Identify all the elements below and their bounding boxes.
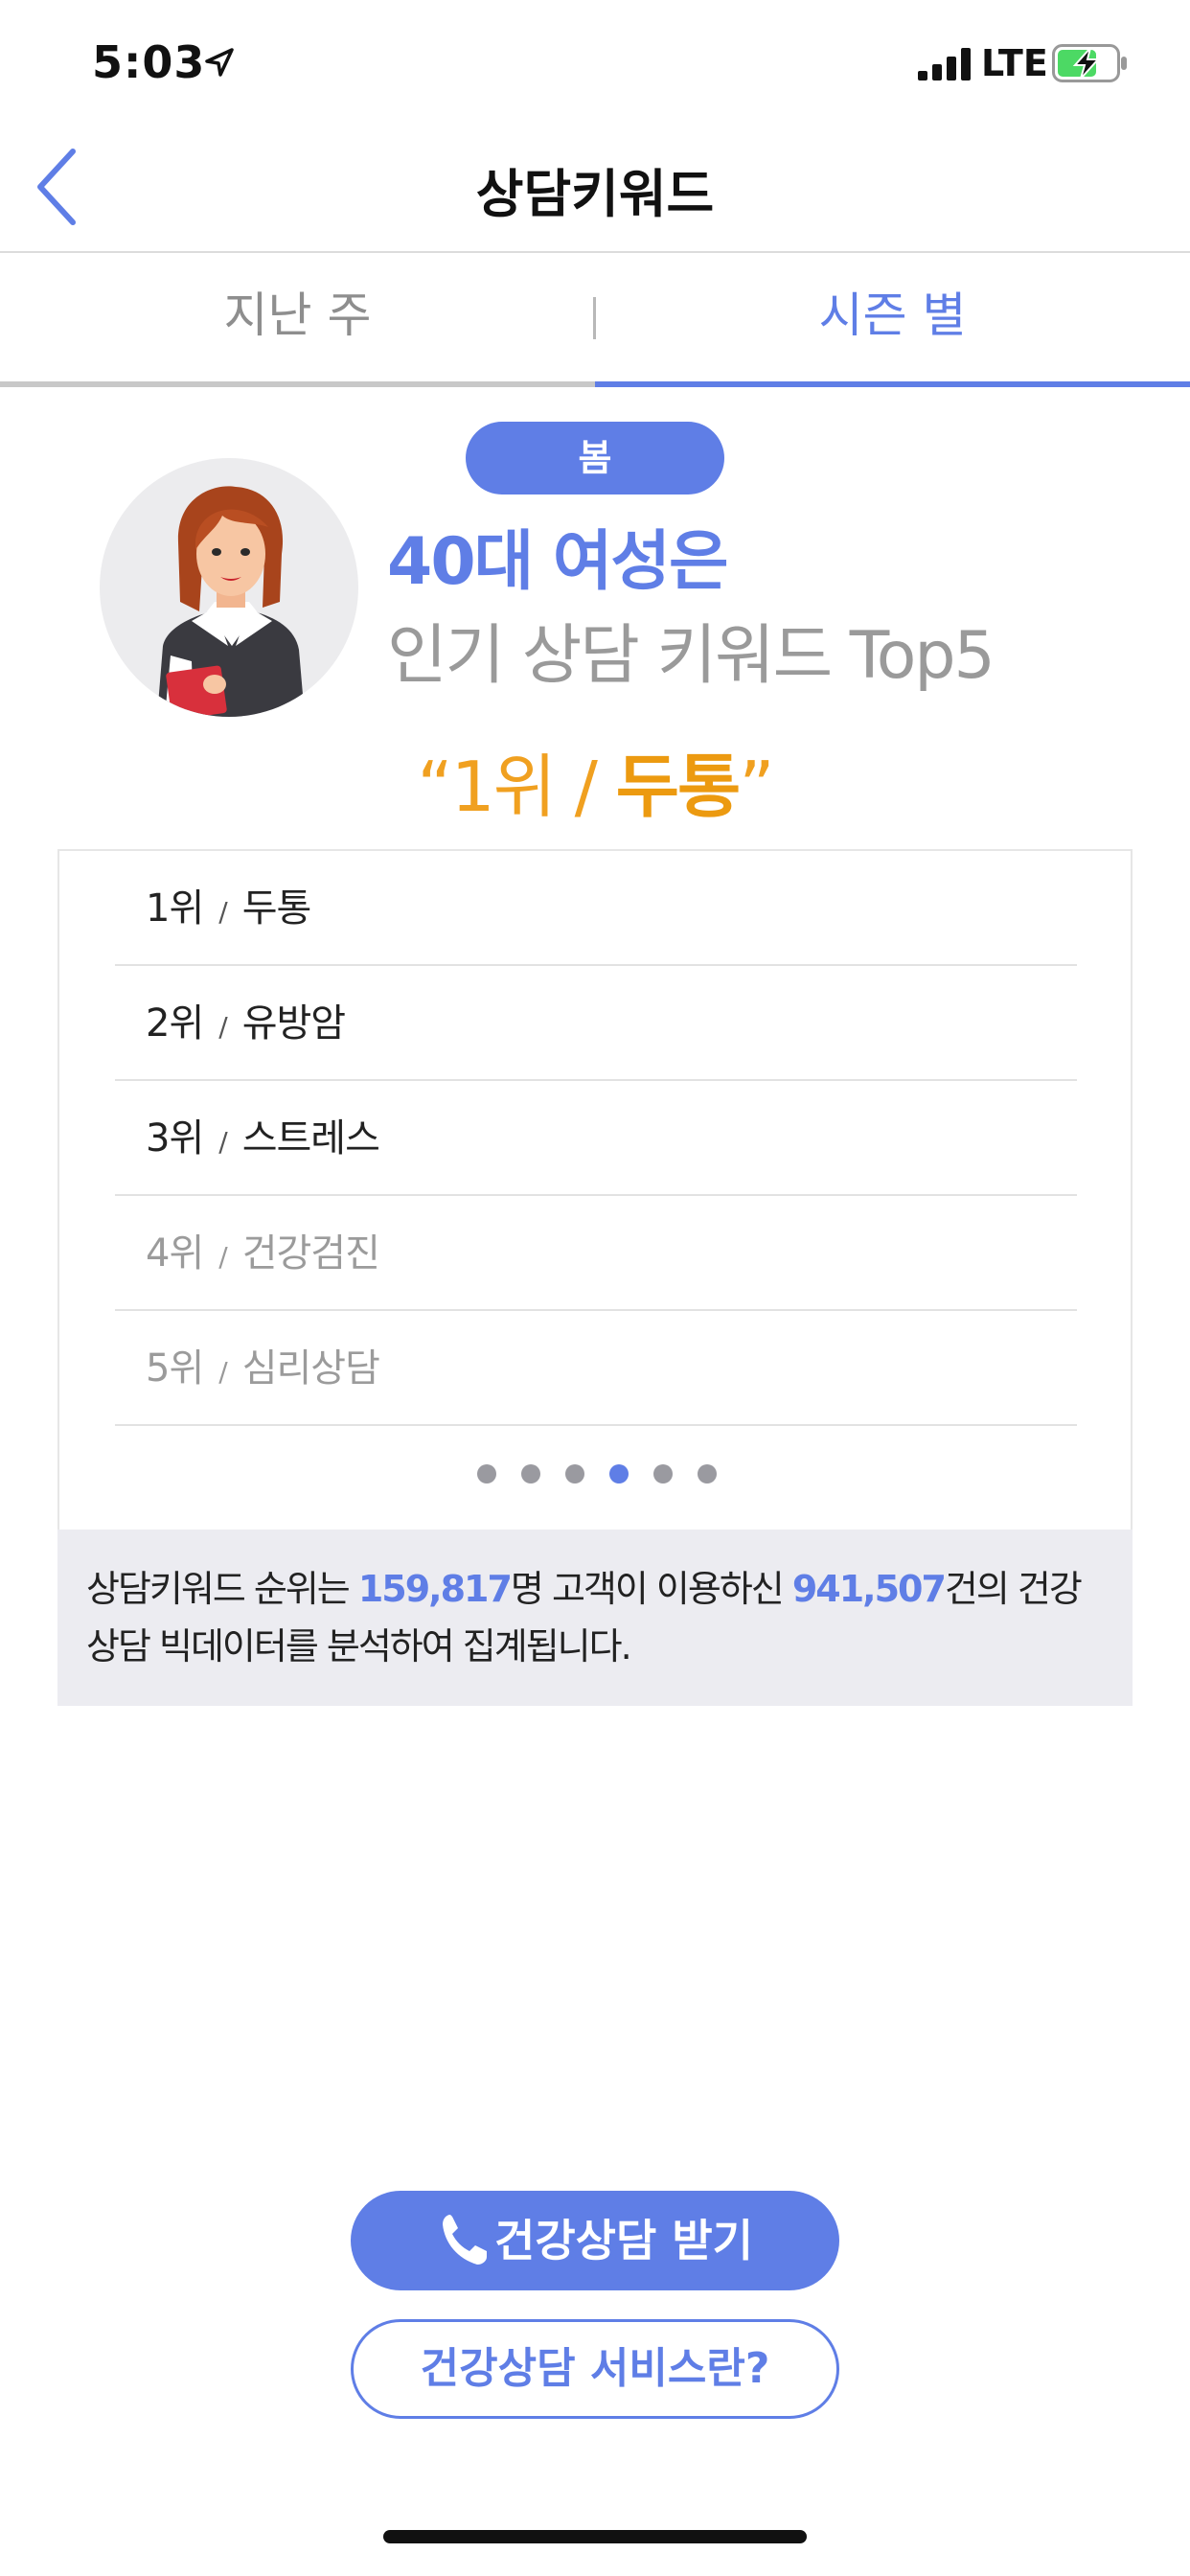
- list-item: 5위 / 심리상담: [115, 1311, 1077, 1426]
- page-dot[interactable]: [653, 1464, 673, 1484]
- about-consultation-button[interactable]: 건강상담 서비스란?: [351, 2319, 839, 2419]
- battery-charging-icon: [1052, 44, 1127, 82]
- primary-button-label: 건강상담 받기: [494, 2215, 753, 2266]
- top-quote-close: ”: [739, 747, 774, 827]
- rank-separator: /: [218, 1011, 227, 1043]
- info-prefix: 상담키워드 순위는: [86, 1568, 358, 1610]
- rank-keyword: 두통: [241, 886, 312, 931]
- page-dot[interactable]: [609, 1464, 629, 1484]
- avatar: [100, 458, 358, 717]
- headline-subtitle: 인기 상담 키워드 Top5: [387, 618, 995, 694]
- rank-separator: /: [218, 1356, 227, 1388]
- woman-avatar-illustration: [157, 486, 305, 717]
- navigation-bar: 상담키워드: [0, 125, 1190, 253]
- rank-label: 2위: [146, 1001, 204, 1046]
- home-indicator[interactable]: [383, 2530, 807, 2543]
- ranking-card[interactable]: 1위 / 두통 2위 / 유방암 3위 / 스트레스 4위 / 건강검진 5위 / 심리상담: [57, 849, 1133, 1531]
- rank-label: 3위: [146, 1116, 204, 1161]
- segment-tabs: 지난 주 시즌 별: [0, 253, 1190, 387]
- page-indicator[interactable]: [59, 1464, 1134, 1493]
- phone-icon: [443, 2214, 488, 2265]
- location-arrow-icon: [205, 48, 234, 77]
- rank-keyword: 스트레스: [241, 1116, 380, 1161]
- top-keyword-quote: “1위 / 두통”: [0, 730, 1190, 831]
- rank-separator: /: [218, 1241, 227, 1273]
- rank-keyword: 심리상담: [241, 1346, 380, 1391]
- tab-divider: [593, 297, 596, 339]
- get-consultation-button[interactable]: 건강상담 받기: [351, 2191, 839, 2290]
- rank-separator: /: [218, 896, 227, 928]
- list-item: 3위 / 스트레스: [115, 1081, 1077, 1196]
- rank-keyword: 유방암: [241, 1001, 346, 1046]
- top-quote-prefix: “1위 /: [417, 747, 616, 827]
- status-time: 5:03: [92, 36, 206, 88]
- rank-separator: /: [218, 1126, 227, 1158]
- list-item: 4위 / 건강검진: [115, 1196, 1077, 1311]
- rank-label: 1위: [146, 886, 204, 931]
- headline-title: 40대 여성은: [387, 524, 729, 600]
- top-keyword: 두통: [615, 747, 741, 827]
- tab-by-season[interactable]: 시즌 별: [595, 253, 1190, 387]
- page-dot[interactable]: [565, 1464, 584, 1484]
- status-bar: 5:03 LTE: [0, 0, 1190, 125]
- page-dot[interactable]: [477, 1464, 496, 1484]
- customer-count: 159,817: [357, 1568, 513, 1610]
- page-dot[interactable]: [698, 1464, 717, 1484]
- rank-keyword: 건강검진: [241, 1231, 380, 1276]
- rank-label: 5위: [146, 1346, 204, 1391]
- info-middle: 명 고객이 이용하신: [510, 1568, 792, 1610]
- consultation-count: 941,507: [791, 1568, 947, 1610]
- page-dot[interactable]: [521, 1464, 540, 1484]
- signal-bars-icon: [918, 48, 971, 80]
- page-title: 상담키워드: [475, 164, 715, 224]
- tab-last-week[interactable]: 지난 주: [0, 253, 595, 387]
- list-item: 2위 / 유방암: [115, 966, 1077, 1081]
- network-label: LTE: [981, 42, 1048, 84]
- info-notice: 상담키워드 순위는 159,817명 고객이 이용하신 941,507건의 건강…: [57, 1530, 1133, 1706]
- list-item: 1위 / 두통: [115, 851, 1077, 966]
- season-badge[interactable]: 봄: [466, 422, 724, 494]
- rank-label: 4위: [146, 1231, 204, 1276]
